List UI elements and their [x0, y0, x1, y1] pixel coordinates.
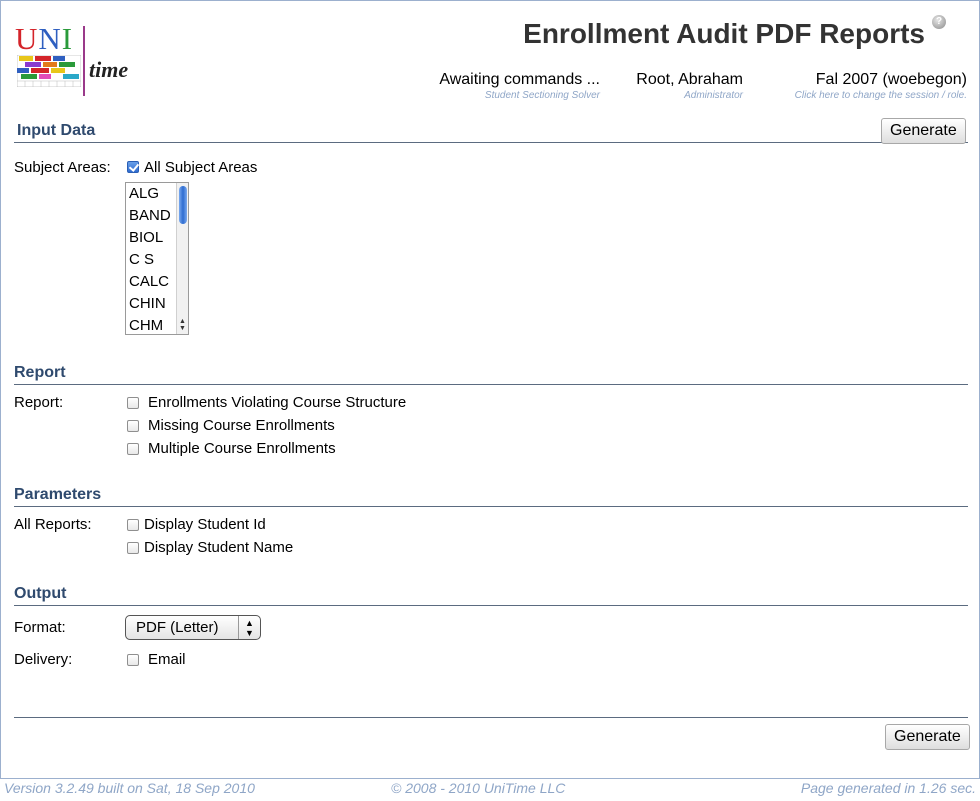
page-frame: UNI time Enrollment Audit PDF Reports ? …: [0, 0, 980, 779]
session-selector[interactable]: Fal 2007 (woebegon) Click here to change…: [795, 71, 967, 101]
section-report: Report: [14, 364, 968, 385]
format-label: Format:: [14, 619, 66, 636]
listbox-scrollbar[interactable]: ▲ ▼: [176, 183, 188, 334]
footer-version: Version 3.2.49 built on Sat, 18 Sep 2010: [4, 780, 255, 796]
list-item[interactable]: CHIN: [129, 293, 166, 315]
footer-generated-time: Page generated in 1.26 sec.: [800, 780, 976, 796]
scrollbar-thumb[interactable]: [179, 186, 187, 224]
list-item[interactable]: BIOL: [129, 227, 163, 249]
section-parameters: Parameters: [14, 486, 968, 507]
display-student-name-checkbox[interactable]: [127, 542, 139, 554]
all-subject-areas-label: All Subject Areas: [144, 159, 258, 176]
logo-text-time: time: [89, 57, 129, 82]
logo-text-uni: UNI: [15, 21, 74, 56]
section-title-output: Output: [14, 585, 67, 602]
session-change-hint: Click here to change the session / role.: [794, 90, 967, 101]
report-label: Report:: [14, 394, 64, 411]
unitime-logo[interactable]: UNI time: [15, 23, 145, 99]
display-student-id-label: Display Student Id: [144, 516, 266, 533]
list-item[interactable]: ALG: [129, 183, 159, 205]
subject-areas-label: Subject Areas:: [14, 159, 111, 176]
subject-areas-listbox[interactable]: ALG BAND BIOL C S CALC CHIN CHM ▲ ▼: [125, 182, 189, 335]
generate-button-bottom[interactable]: Generate: [885, 724, 970, 750]
display-student-id-checkbox[interactable]: [127, 519, 139, 531]
all-reports-label: All Reports:: [14, 516, 92, 533]
section-input-data: Input Data: [14, 122, 968, 143]
user-info: Root, Abraham Administrator: [636, 71, 743, 101]
section-title-parameters: Parameters: [14, 486, 102, 503]
section-output: Output: [14, 585, 968, 606]
report-multiple-enrollments-checkbox[interactable]: [127, 443, 139, 455]
delivery-label: Delivery:: [14, 651, 73, 668]
logo-divider: [83, 26, 85, 96]
section-title-report: Report: [14, 364, 66, 381]
section-title-input-data: Input Data: [17, 122, 96, 139]
solver-status-caption: Student Sectioning Solver: [484, 90, 600, 101]
timetable-grid-icon: [17, 55, 81, 87]
generate-button-top[interactable]: Generate: [881, 118, 966, 144]
list-item[interactable]: BAND: [129, 205, 171, 227]
solver-status-text: Awaiting commands ...: [439, 71, 600, 88]
email-label: Email: [148, 651, 186, 668]
user-role: Administrator: [684, 90, 743, 101]
email-checkbox[interactable]: [127, 654, 139, 666]
footer-copyright[interactable]: © 2008 - 2010 UniTime LLC: [391, 780, 565, 796]
session-name: Fal 2007 (woebegon): [815, 71, 967, 88]
scroll-arrows-icon[interactable]: ▲ ▼: [178, 318, 187, 332]
report-missing-enrollments-label: Missing Course Enrollments: [148, 417, 335, 434]
list-item[interactable]: C S: [129, 249, 154, 271]
list-item[interactable]: CHM: [129, 315, 163, 334]
report-violating-structure-checkbox[interactable]: [127, 397, 139, 409]
bottom-divider: [14, 717, 968, 718]
report-multiple-enrollments-label: Multiple Course Enrollments: [148, 440, 336, 457]
user-name: Root, Abraham: [636, 71, 743, 88]
report-missing-enrollments-checkbox[interactable]: [127, 420, 139, 432]
page-title: Enrollment Audit PDF Reports: [523, 18, 925, 49]
format-select-value: PDF (Letter): [136, 619, 219, 636]
report-violating-structure-label: Enrollments Violating Course Structure: [148, 394, 407, 411]
display-student-name-label: Display Student Name: [144, 539, 294, 556]
format-select[interactable]: PDF (Letter) ▲ ▼: [125, 615, 261, 640]
all-subject-areas-checkbox[interactable]: [127, 161, 139, 173]
list-item[interactable]: CALC: [129, 271, 169, 293]
select-arrows-icon: ▲ ▼: [238, 616, 260, 639]
solver-status[interactable]: Awaiting commands ... Student Sectioning…: [439, 71, 600, 101]
help-icon[interactable]: ?: [932, 15, 946, 29]
